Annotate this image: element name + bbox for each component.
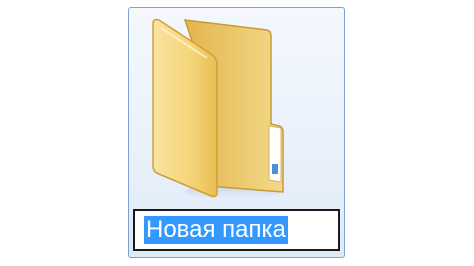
folder-item[interactable]: Новая папка (128, 7, 345, 258)
folder-icon (152, 18, 284, 199)
folder-name-input[interactable]: Новая папка (144, 216, 288, 244)
rename-field[interactable]: Новая папка (133, 209, 340, 251)
desktop-canvas: Новая папка (0, 0, 474, 266)
